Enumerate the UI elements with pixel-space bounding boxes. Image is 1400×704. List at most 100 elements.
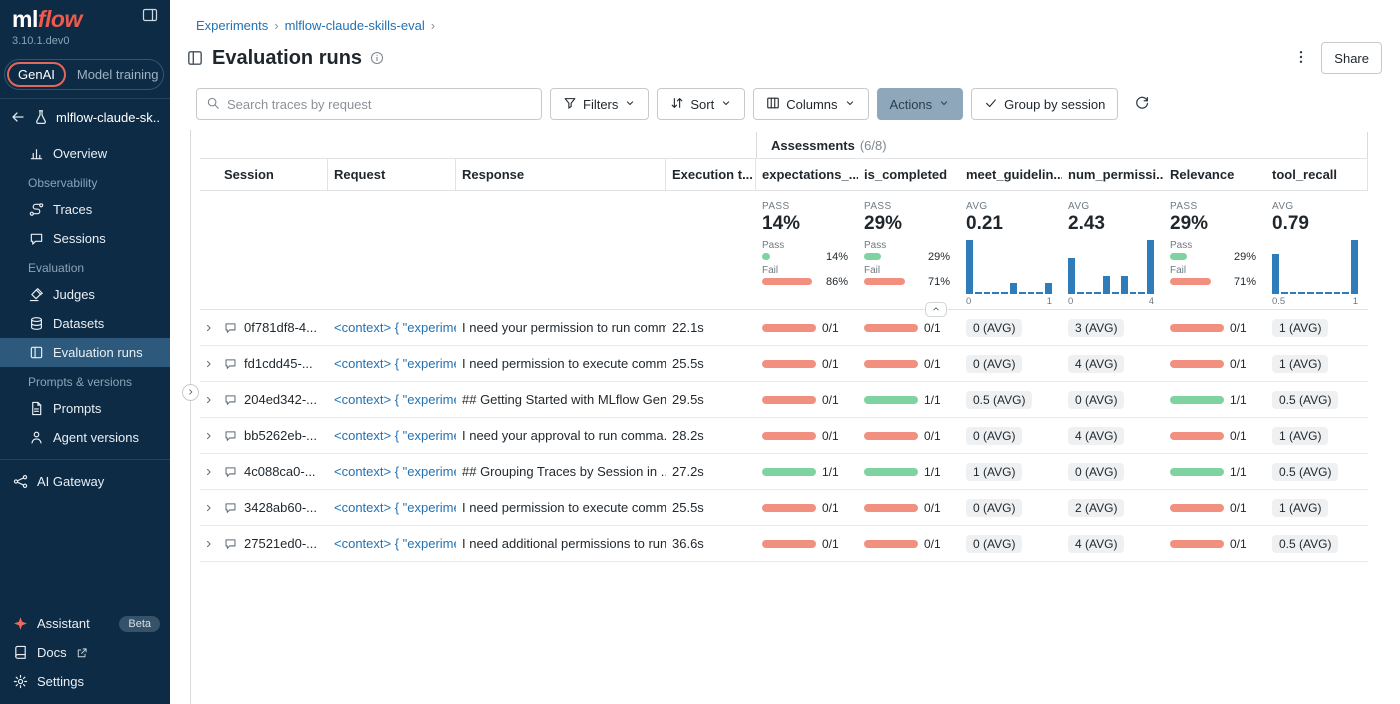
genai-toggle[interactable]: GenAI [7,62,66,87]
table-row[interactable]: 204ed342-... <context> { "experime ## Ge… [200,382,1368,418]
request-cell[interactable]: <context> { "experime [328,500,456,515]
sidebar-item-settings[interactable]: Settings [0,667,170,696]
execution-time-cell: 28.2s [666,428,756,443]
fail-legend-label: Fail [762,265,848,276]
request-cell[interactable]: <context> { "experime [328,392,456,407]
table-row[interactable]: fd1cdd45-... <context> { "experime I nee… [200,346,1368,382]
column-header-is-completed[interactable]: is_completed [858,159,960,190]
fail-bar [762,396,816,404]
sidebar-item-agent-versions[interactable]: Agent versions [0,423,170,452]
session-cell[interactable]: 4c088ca0-... [218,464,328,479]
column-header-request[interactable]: Request [328,159,456,190]
column-header-session[interactable]: Session [218,159,328,190]
metric-cell-avg: 4 (AVG) [1062,427,1164,445]
collapse-summary-button[interactable] [925,302,947,317]
sidebar-item-sessions[interactable]: Sessions [0,224,170,253]
expand-row-button[interactable] [200,358,218,370]
request-cell[interactable]: <context> { "experime [328,536,456,551]
metric-cell-avg: 1 (AVG) [1266,319,1368,337]
experiment-icon [33,109,49,125]
share-button[interactable]: Share [1321,42,1382,74]
summary-spacer [200,201,756,307]
avg-value-pill: 0 (AVG) [966,535,1022,553]
sidebar-item-evaluation-runs[interactable]: Evaluation runs [0,338,170,367]
metric-cell-fail: 0/1 [756,501,858,515]
avg-value-pill: 1 (AVG) [1272,319,1328,337]
avg-value-pill: 0.5 (AVG) [1272,391,1338,409]
column-header-tool-recall[interactable]: tool_recall [1266,159,1368,190]
execution-time-cell: 29.5s [666,392,756,407]
overflow-menu-button[interactable] [1293,49,1309,68]
sidebar-item-judges[interactable]: Judges [0,280,170,309]
table-row[interactable]: 3428ab60-... <context> { "experime I nee… [200,490,1368,526]
ai-gateway-icon [12,474,28,490]
session-cell[interactable]: 27521ed0-... [218,536,328,551]
sidebar-item-ai-gateway[interactable]: AI Gateway [0,467,170,496]
back-arrow-icon[interactable] [10,109,26,125]
columns-button[interactable]: Columns [753,88,868,120]
column-header-num-permissi[interactable]: num_permissi... [1062,159,1164,190]
expand-row-button[interactable] [200,394,218,406]
sort-button[interactable]: Sort [657,88,745,120]
sidebar-item-docs[interactable]: Docs [0,638,170,667]
info-icon[interactable] [370,51,384,65]
kebab-icon [1293,49,1309,68]
group-by-session-button[interactable]: Group by session [971,88,1118,120]
model-training-toggle[interactable]: Model training [66,62,170,87]
metric-cell-fail: 0/1 [756,537,858,551]
experiment-selector[interactable]: mlflow-claude-sk... [0,98,170,135]
table-row[interactable]: 27521ed0-... <context> { "experime I nee… [200,526,1368,562]
sidebar-item-traces[interactable]: Traces [0,195,170,224]
breadcrumb-experiments[interactable]: Experiments [196,18,268,33]
judges-icon [28,287,44,303]
sidebar-collapse-button[interactable] [142,7,158,26]
expand-row-button[interactable] [200,322,218,334]
actions-button[interactable]: Actions [877,88,964,120]
summary-num-permissi: AVG 2.43 04 [1062,201,1164,307]
breadcrumb-experiment-name[interactable]: mlflow-claude-skills-eval [285,18,425,33]
sidebar-item-prompts[interactable]: Prompts [0,394,170,423]
table-row[interactable]: 0f781df8-4... <context> { "experime I ne… [200,310,1368,346]
session-cell[interactable]: 0f781df8-4... [218,320,328,335]
search-box [196,88,542,120]
sidebar-item-datasets[interactable]: Datasets [0,309,170,338]
metric-cell-avg: 0.5 (AVG) [1266,535,1368,553]
sidebar-item-assistant[interactable]: AssistantBeta [0,609,170,638]
stat-label: PASS [762,201,848,212]
column-header-expectations[interactable]: expectations_... [756,159,858,190]
search-input[interactable] [227,97,532,112]
expand-row-button[interactable] [200,430,218,442]
metric-cell-avg: 0.5 (AVG) [1266,463,1368,481]
session-cell[interactable]: bb5262eb-... [218,428,328,443]
expand-row-button[interactable] [200,466,218,478]
session-cell[interactable]: 204ed342-... [218,392,328,407]
session-cell[interactable]: fd1cdd45-... [218,356,328,371]
column-header-response[interactable]: Response [456,159,666,190]
request-cell[interactable]: <context> { "experime [328,428,456,443]
column-header-relevance[interactable]: Relevance [1164,159,1266,190]
expand-row-button[interactable] [200,538,218,550]
table-header: SessionRequestResponseExecution t...expe… [200,158,1368,191]
sidebar-item-label: Agent versions [53,430,139,445]
expand-row-button[interactable] [200,502,218,514]
panel-resize-divider [190,130,191,704]
filters-button[interactable]: Filters [550,88,649,120]
metric-cell-fail: 0/1 [1164,357,1266,371]
table-row[interactable]: bb5262eb-... <context> { "experime I nee… [200,418,1368,454]
column-header-meet-guidelin[interactable]: meet_guidelin... [960,159,1062,190]
metric-cell-fail: 0/1 [858,429,960,443]
session-cell[interactable]: 3428ab60-... [218,500,328,515]
summary-expectations: PASS 14% Pass 14% Fail 86% [756,201,858,307]
histogram [1272,240,1358,294]
request-cell[interactable]: <context> { "experime [328,464,456,479]
table-row[interactable]: 4c088ca0-... <context> { "experime ## Gr… [200,454,1368,490]
column-header-execution-t[interactable]: Execution t... [666,159,756,190]
traces-icon [28,202,44,218]
refresh-button[interactable] [1134,95,1150,114]
panel-expand-handle[interactable] [182,384,199,401]
chevron-right-icon [186,385,196,400]
sidebar-item-overview[interactable]: Overview [0,139,170,168]
request-cell[interactable]: <context> { "experime [328,320,456,335]
chat-bubble-icon [224,429,238,442]
request-cell[interactable]: <context> { "experime [328,356,456,371]
